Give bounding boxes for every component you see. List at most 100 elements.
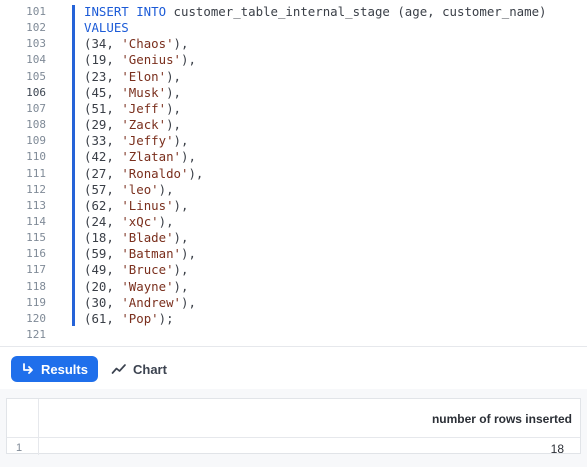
sql-string: 'Elon' (121, 68, 167, 84)
code-line[interactable]: 121 (0, 327, 587, 343)
code-line[interactable]: 108 (29, 'Zack'), (0, 117, 587, 133)
code-line[interactable]: 117 (49, 'Bruce'), (0, 262, 587, 278)
sql-token: ), (181, 246, 196, 262)
sql-token: (61, (84, 310, 122, 326)
sql-string: 'xQc' (121, 213, 159, 229)
arrow-down-right-icon (21, 362, 35, 376)
sql-token: (18, (84, 230, 122, 246)
code-line[interactable]: 101 INSERT INTO customer_table_internal_s… (0, 4, 587, 20)
sql-string: 'Blade' (121, 230, 174, 246)
results-tab-button[interactable]: Results (11, 356, 98, 382)
code-line[interactable]: 112 (57, 'leo'), (0, 182, 587, 198)
line-number: 113 (26, 198, 46, 212)
sql-token: ), (166, 84, 181, 100)
code-text: INSERT INTO customer_table_internal_stag… (84, 4, 547, 20)
results-tab-label: Results (41, 361, 88, 377)
code-text: (29, 'Zack'), (84, 117, 181, 133)
code-line[interactable]: 105 (23, 'Elon'), (0, 69, 587, 85)
line-number: 119 (26, 295, 46, 309)
sql-token: ), (158, 181, 174, 197)
code-line[interactable]: 107 (51, 'Jeff'), (0, 101, 587, 117)
code-text: (62, 'Linus'), (84, 198, 188, 214)
code-text: (20, 'Wayne'), (84, 279, 188, 295)
results-panel: number of rows inserted 1 18 (0, 389, 587, 467)
code-text: (57, 'leo'), (84, 182, 174, 198)
sql-token: ), (188, 165, 204, 181)
sql-token: ), (181, 294, 196, 310)
code-line[interactable]: 103 (34, 'Chaos'), (0, 36, 587, 52)
code-text: (61, 'Pop'); (84, 311, 174, 327)
line-number: 102 (26, 21, 46, 35)
line-number: 121 (26, 328, 46, 341)
sql-token: ), (166, 100, 181, 116)
code-line[interactable]: 114 (24, 'xQc'), (0, 214, 587, 230)
code-line[interactable]: 113 (62, 'Linus'), (0, 198, 587, 214)
line-chart-icon (111, 362, 127, 376)
line-number: 118 (26, 279, 46, 293)
results-grid: number of rows inserted 1 18 (6, 398, 581, 456)
chart-tab-button[interactable]: Chart (111, 356, 181, 382)
code-line[interactable]: 111 (27, 'Ronaldo'), (0, 166, 587, 182)
code-text: (23, 'Elon'), (84, 69, 181, 85)
code-line[interactable]: 109 (33, 'Jeffy'), (0, 133, 587, 149)
sql-token: ), (173, 36, 189, 52)
sql-string: 'Jeffy' (121, 133, 174, 149)
sql-token: customer_table_internal_stage (age, cust… (173, 4, 547, 19)
code-line[interactable]: 110 (42, 'Zlatan'), (0, 149, 587, 165)
sql-string: 'leo' (121, 181, 159, 197)
code-line[interactable]: 118 (20, 'Wayne'), (0, 279, 587, 295)
line-number: 114 (26, 214, 46, 228)
line-number: 105 (26, 69, 46, 83)
sql-string: 'Andrew' (121, 294, 181, 310)
sql-string: 'Linus' (121, 197, 174, 213)
sql-token: (49, (84, 262, 122, 278)
line-number: 104 (26, 53, 46, 67)
code-text: (19, 'Genius'), (84, 52, 196, 68)
sql-token: (62, (84, 197, 122, 213)
line-number: 112 (26, 182, 46, 196)
sql-token: ), (173, 230, 189, 246)
line-number: 109 (26, 134, 46, 148)
sql-token: ), (173, 262, 189, 278)
sql-token: (30, (84, 294, 122, 310)
sql-token: (45, (84, 84, 122, 100)
code-line[interactable]: 119 (30, 'Andrew'), (0, 295, 587, 311)
code-text: (42, 'Zlatan'), (84, 149, 196, 165)
sql-token: ), (173, 133, 189, 149)
code-line[interactable]: 116 (59, 'Batman'), (0, 246, 587, 262)
code-text: (30, 'Andrew'), (84, 295, 196, 311)
sql-string: 'Batman' (121, 246, 181, 262)
results-toolbar: Results Chart (0, 347, 587, 389)
code-line[interactable]: 120 (61, 'Pop'); (0, 311, 587, 327)
sql-token: ), (173, 197, 189, 213)
code-text: (49, 'Bruce'), (84, 262, 188, 278)
column-header-rows-inserted[interactable]: number of rows inserted (432, 412, 572, 426)
line-number: 107 (26, 101, 46, 115)
code-text: (27, 'Ronaldo'), (84, 166, 203, 182)
sql-token: (29, (84, 117, 122, 133)
sql-token: (51, (84, 100, 122, 116)
row-number: 1 (16, 442, 23, 454)
code-line[interactable]: 102 VALUES (0, 20, 587, 36)
line-number: 120 (26, 311, 46, 325)
sql-string: 'Genius' (121, 52, 181, 68)
code-line[interactable]: 104 (19, 'Genius'), (0, 52, 587, 68)
sql-token: ), (173, 278, 189, 294)
sql-token: ), (181, 52, 196, 68)
code-text: (34, 'Chaos'), (84, 36, 188, 52)
sql-token: (27, (84, 165, 122, 181)
sql-string: 'Wayne' (121, 278, 174, 294)
sql-token: (57, (84, 181, 122, 197)
sql-editor[interactable]: 101 INSERT INTO customer_table_internal_s… (0, 0, 587, 346)
sql-token: ), (166, 68, 181, 84)
code-text: (59, 'Batman'), (84, 246, 196, 262)
row-number-column (7, 399, 39, 455)
code-text: (18, 'Blade'), (84, 230, 188, 246)
code-line[interactable]: 106 (45, 'Musk'), (0, 85, 587, 101)
cell-rows-inserted[interactable]: 18 (551, 442, 564, 456)
sql-string: 'Ronaldo' (121, 165, 189, 181)
line-number: 116 (26, 247, 46, 261)
code-line[interactable]: 115 (18, 'Blade'), (0, 230, 587, 246)
line-number: 110 (26, 150, 46, 164)
sql-token: (24, (84, 213, 122, 229)
